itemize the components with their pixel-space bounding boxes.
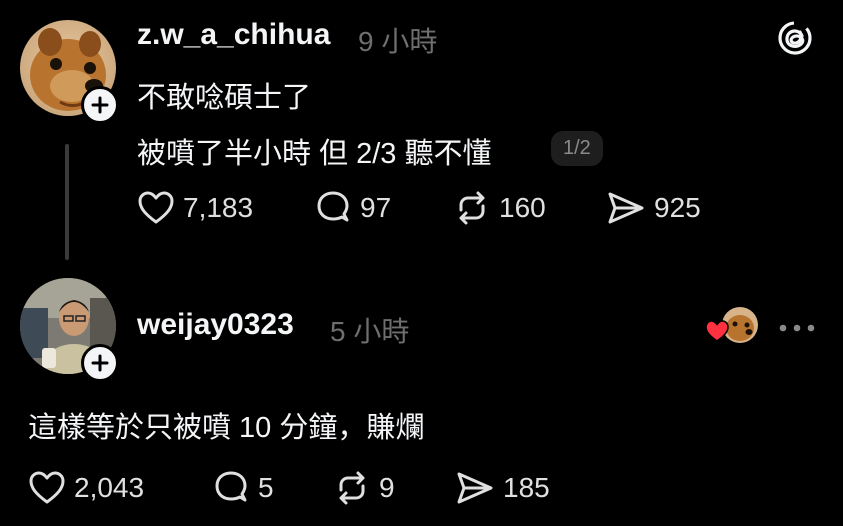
plus-icon <box>91 354 109 372</box>
repost-count-post1: 160 <box>499 192 546 223</box>
like-button-post1[interactable]: 7,183 <box>137 190 253 226</box>
repost-button-post1[interactable]: 160 <box>453 190 546 226</box>
carousel-pager: 1/2 <box>551 131 603 166</box>
like-button-post2[interactable]: 2,043 <box>28 470 144 506</box>
timestamp-post1: 9 小時 <box>358 26 438 57</box>
comment-count-post2: 5 <box>258 472 274 503</box>
heart-icon <box>138 191 174 224</box>
timestamp-post2: 5 小時 <box>330 316 410 347</box>
post2-text: 這樣等於只被噴 10 分鐘，賺爛 <box>28 412 425 444</box>
repost-button-post2[interactable]: 9 <box>333 470 395 506</box>
comment-bubble-icon <box>317 191 349 222</box>
share-button-post2[interactable]: 185 <box>455 470 550 506</box>
repost-icon <box>339 471 365 505</box>
like-count-post1: 7,183 <box>183 192 254 223</box>
comment-button-post2[interactable]: 5 <box>212 470 274 506</box>
username-post1[interactable]: z.w_a_chihua <box>137 18 330 52</box>
red-heart-icon <box>705 320 729 342</box>
comment-button-post1[interactable]: 97 <box>314 190 391 226</box>
plus-icon <box>91 96 109 114</box>
send-icon <box>457 472 493 504</box>
author-liked-indicator <box>704 305 760 345</box>
heart-icon <box>29 471 65 504</box>
comment-bubble-icon <box>215 471 247 502</box>
share-button-post1[interactable]: 925 <box>606 190 701 226</box>
comment-count-post1: 97 <box>360 192 392 223</box>
username-post2[interactable]: weijay0323 <box>137 308 294 342</box>
like-count-post2: 2,043 <box>74 472 145 503</box>
follow-button-post2[interactable] <box>81 344 119 382</box>
repost-count-post2: 9 <box>379 472 395 503</box>
more-horizontal-icon[interactable] <box>778 320 816 332</box>
repost-icon <box>459 191 485 225</box>
thread-connector <box>65 144 69 260</box>
post1-line1: 不敢唸碩士了 <box>137 82 312 114</box>
follow-button-post1[interactable] <box>81 86 119 124</box>
threads-logo-icon[interactable] <box>776 19 814 57</box>
post1-line2: 被噴了半小時 但 2/3 聽不懂 <box>137 138 492 170</box>
send-icon <box>608 192 644 224</box>
share-count-post2: 185 <box>503 472 550 503</box>
share-count-post1: 925 <box>654 192 701 223</box>
